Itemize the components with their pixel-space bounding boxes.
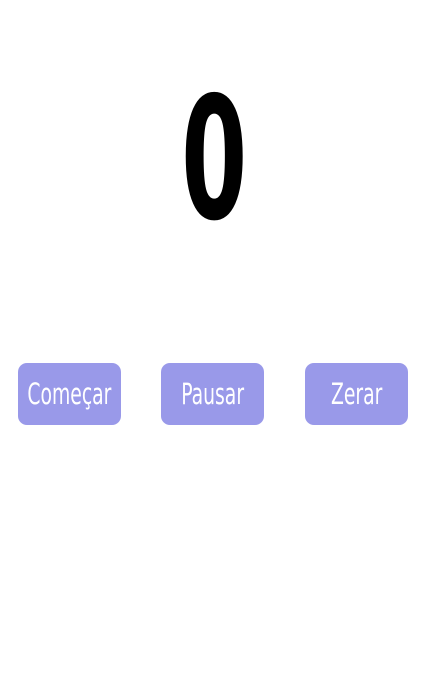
timer-display: 0 xyxy=(0,70,428,250)
start-button[interactable]: Começar xyxy=(18,363,121,425)
reset-button[interactable]: Zerar xyxy=(305,363,408,425)
timer-controls: Começar Pausar Zerar xyxy=(0,363,428,425)
timer-value: 0 xyxy=(181,61,247,259)
pause-button[interactable]: Pausar xyxy=(161,363,264,425)
start-button-label: Começar xyxy=(27,377,112,411)
reset-button-label: Zerar xyxy=(330,377,383,411)
pause-button-label: Pausar xyxy=(181,377,244,411)
